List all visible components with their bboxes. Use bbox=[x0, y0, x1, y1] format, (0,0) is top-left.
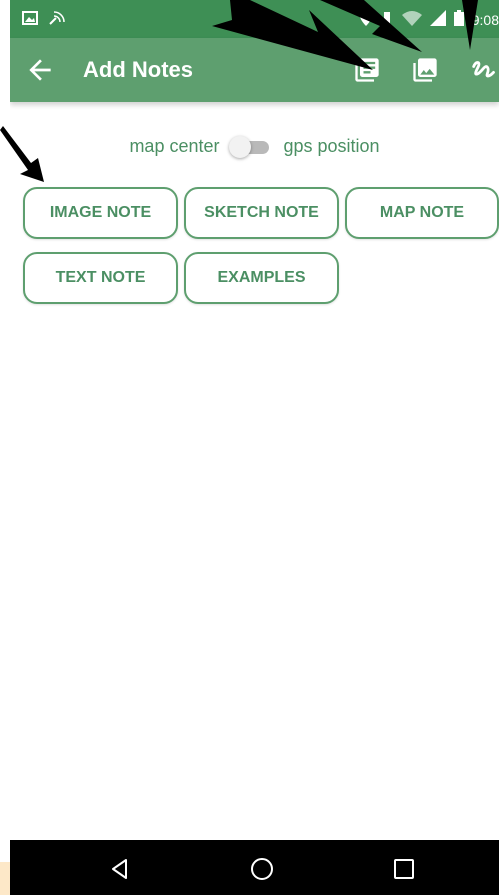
position-toggle-row: map center gps position bbox=[10, 133, 499, 159]
vibrate-icon bbox=[380, 10, 394, 29]
page-title: Add Notes bbox=[83, 57, 193, 82]
image-note-button[interactable]: IMAGE NOTE bbox=[23, 187, 178, 239]
text-note-button[interactable]: TEXT NOTE bbox=[23, 252, 178, 304]
nav-home-button[interactable] bbox=[248, 855, 276, 883]
satellite-notification-icon bbox=[48, 10, 66, 29]
map-note-button[interactable]: MAP NOTE bbox=[345, 187, 499, 239]
position-switch[interactable] bbox=[229, 134, 273, 158]
sketch-button[interactable] bbox=[469, 56, 497, 84]
app-bar: Add Notes bbox=[10, 38, 499, 102]
battery-icon bbox=[453, 10, 464, 29]
notes-list-icon bbox=[355, 58, 379, 82]
map-center-label: map center bbox=[129, 135, 220, 156]
back-button[interactable] bbox=[24, 54, 56, 86]
image-icon bbox=[413, 58, 437, 82]
sketch-icon bbox=[472, 61, 495, 78]
status-bar: 9:08 bbox=[10, 0, 499, 38]
background-corner bbox=[0, 862, 10, 895]
nav-back-button[interactable] bbox=[106, 855, 134, 883]
gallery-notification-icon bbox=[22, 11, 38, 28]
sketch-note-button[interactable]: SKETCH NOTE bbox=[184, 187, 339, 239]
phone-screen: 9:08 Add Notes map center gps position I… bbox=[10, 0, 499, 895]
image-button[interactable] bbox=[411, 56, 439, 84]
examples-button[interactable]: EXAMPLES bbox=[184, 252, 339, 304]
home-circle-icon bbox=[251, 858, 273, 880]
back-arrow-icon bbox=[29, 59, 51, 81]
location-icon bbox=[359, 10, 372, 29]
nav-recents-button[interactable] bbox=[390, 855, 418, 883]
wifi-icon bbox=[401, 10, 422, 29]
recents-square-icon bbox=[394, 859, 414, 879]
gps-position-label: gps position bbox=[283, 135, 380, 156]
navigation-bar bbox=[10, 840, 499, 895]
switch-thumb bbox=[229, 136, 252, 158]
status-time: 9:08 bbox=[471, 11, 499, 28]
back-triangle-icon bbox=[112, 859, 127, 879]
notes-list-button[interactable] bbox=[353, 56, 381, 84]
signal-icon bbox=[429, 10, 446, 29]
